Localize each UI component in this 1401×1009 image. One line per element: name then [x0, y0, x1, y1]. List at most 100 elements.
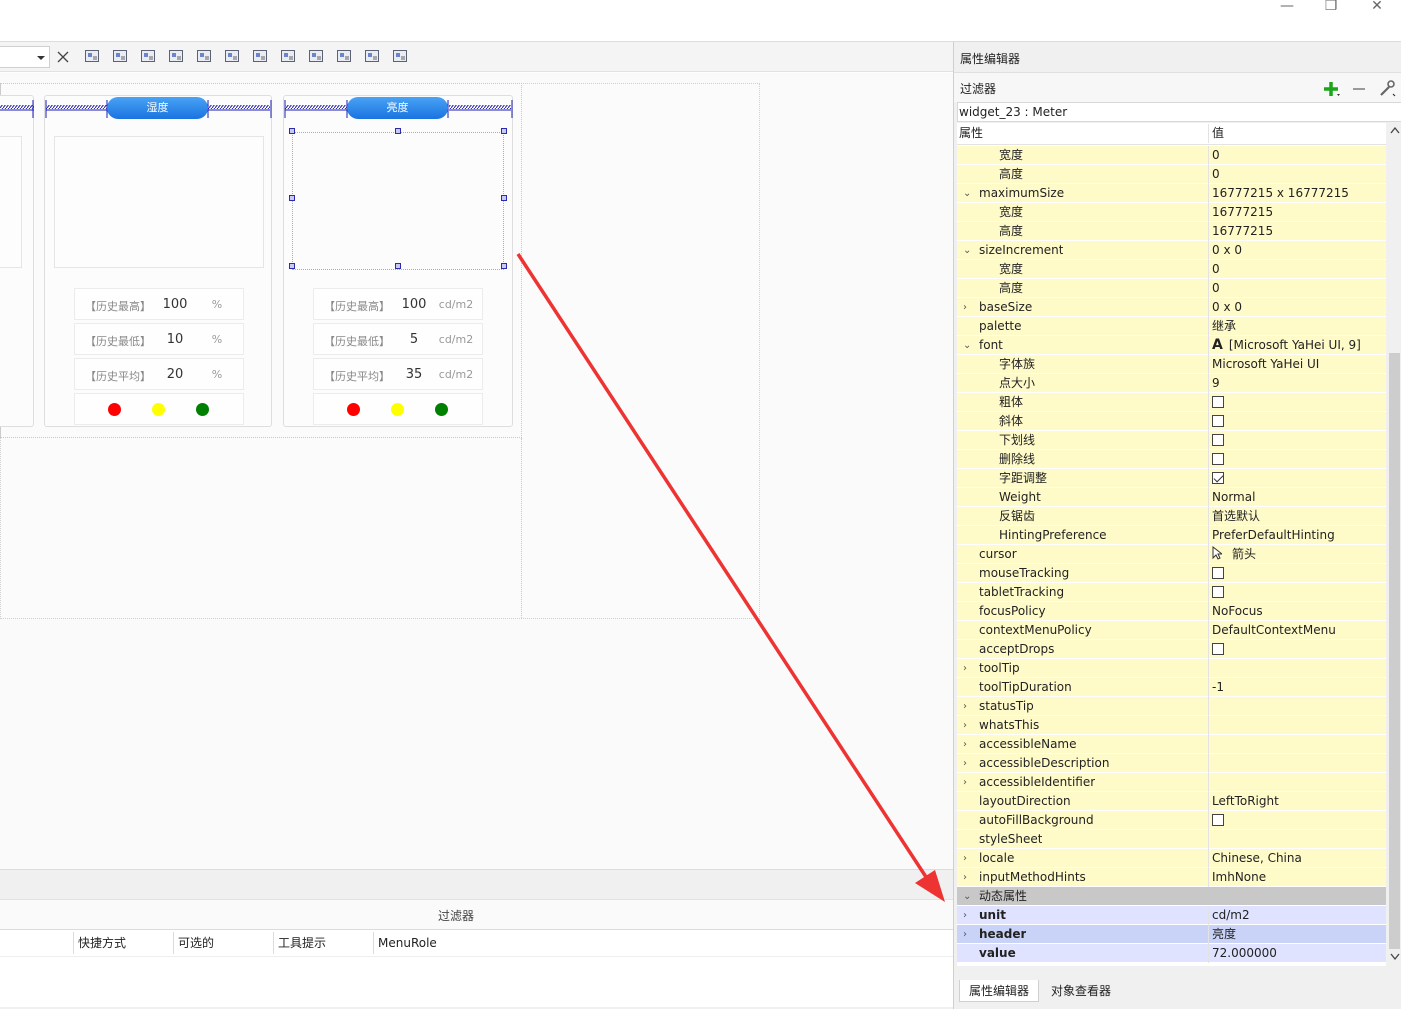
- layout-horizontal-splitter-icon[interactable]: [252, 48, 270, 66]
- property-row[interactable]: › inputMethodHints ImhNone: [957, 868, 1386, 887]
- add-dynamic-property-icon[interactable]: [1323, 80, 1341, 98]
- property-row[interactable]: 宽度 0: [957, 260, 1386, 279]
- property-row[interactable]: 宽度 0: [957, 146, 1386, 165]
- close-window-button[interactable]: ✕: [1354, 0, 1400, 14]
- scrollbar-thumb[interactable]: [1389, 353, 1400, 949]
- property-row[interactable]: › accessibleDescription: [957, 754, 1386, 773]
- property-row[interactable]: contextMenuPolicy DefaultContextMenu: [957, 621, 1386, 640]
- chevron-right-icon[interactable]: ›: [963, 849, 973, 868]
- property-row[interactable]: layoutDirection LeftToRight: [957, 792, 1386, 811]
- column-header-checkable[interactable]: 可选的: [173, 932, 273, 954]
- property-value[interactable]: 0: [1208, 260, 1386, 279]
- resize-handle[interactable]: [501, 195, 507, 201]
- edit-signals-icon[interactable]: [112, 48, 130, 66]
- property-checkbox[interactable]: [1212, 586, 1224, 598]
- property-row[interactable]: focusPolicy NoFocus: [957, 602, 1386, 621]
- property-value-cell[interactable]: 箭头: [1208, 545, 1386, 564]
- property-value[interactable]: [1208, 830, 1386, 849]
- action-table-body[interactable]: [0, 957, 953, 1007]
- property-row[interactable]: ⌄ font A [Microsoft YaHei UI, 9]: [957, 336, 1386, 355]
- property-row[interactable]: Weight Normal: [957, 488, 1386, 507]
- property-row[interactable]: › header 亮度: [957, 925, 1386, 944]
- property-value[interactable]: 16777215: [1208, 222, 1386, 241]
- chevron-right-icon[interactable]: ›: [963, 697, 973, 716]
- column-header-value[interactable]: 值: [1208, 124, 1386, 143]
- property-row[interactable]: 字距调整: [957, 469, 1386, 488]
- property-value[interactable]: ImhNone: [1208, 868, 1386, 887]
- resize-handle[interactable]: [289, 263, 295, 269]
- scroll-up-icon[interactable]: [1390, 126, 1400, 134]
- column-header-menurole[interactable]: MenuRole: [373, 932, 473, 954]
- property-value-cell[interactable]: [1208, 583, 1386, 602]
- property-value-cell[interactable]: [1208, 431, 1386, 450]
- chevron-right-icon[interactable]: ›: [963, 298, 973, 317]
- form-canvas[interactable]: 湿度 【历史最高】 100% 【历史最低】 10% 【历史平均】 20% 亮度 【历史最高…: [0, 73, 953, 869]
- property-row[interactable]: 高度 0: [957, 279, 1386, 298]
- property-checkbox[interactable]: [1212, 415, 1224, 427]
- property-row[interactable]: 斜体: [957, 412, 1386, 431]
- property-checkbox[interactable]: [1212, 643, 1224, 655]
- property-row[interactable]: 反锯齿 首选默认: [957, 507, 1386, 526]
- property-checkbox[interactable]: [1212, 434, 1224, 446]
- scroll-down-icon[interactable]: [1390, 953, 1400, 961]
- property-value-cell[interactable]: [1208, 393, 1386, 412]
- property-value-cell[interactable]: A [Microsoft YaHei UI, 9]: [1208, 336, 1386, 355]
- property-row[interactable]: 字体族 Microsoft YaHei UI: [957, 355, 1386, 374]
- property-checkbox[interactable]: [1212, 453, 1224, 465]
- property-row[interactable]: autoFillBackground: [957, 811, 1386, 830]
- property-row[interactable]: 下划线: [957, 431, 1386, 450]
- chevron-right-icon[interactable]: ›: [963, 773, 973, 792]
- edit-tab-order-icon[interactable]: [168, 48, 186, 66]
- property-row[interactable]: acceptDrops: [957, 640, 1386, 659]
- column-header-property[interactable]: 属性: [959, 124, 983, 143]
- edit-widgets-icon[interactable]: [84, 48, 102, 66]
- property-checkbox[interactable]: [1212, 567, 1224, 579]
- widget-combo[interactable]: [0, 46, 50, 68]
- resize-handle[interactable]: [501, 263, 507, 269]
- property-scrollbar[interactable]: [1387, 123, 1401, 966]
- property-checkbox[interactable]: [1212, 814, 1224, 826]
- property-row[interactable]: ⌄ maximumSize 16777215 x 16777215: [957, 184, 1386, 203]
- adjust-size-icon[interactable]: [392, 48, 410, 66]
- layout-horizontal-icon[interactable]: [196, 48, 214, 66]
- property-checkbox[interactable]: [1212, 396, 1224, 408]
- property-table[interactable]: 属性 值 宽度 0 高度 0 ⌄ maximumSize 16777215 x 167772…: [957, 123, 1386, 966]
- property-row[interactable]: toolTipDuration -1: [957, 678, 1386, 697]
- remove-dynamic-property-icon[interactable]: [1351, 81, 1367, 97]
- property-row[interactable]: palette 继承: [957, 317, 1386, 336]
- chevron-down-icon[interactable]: ⌄: [963, 336, 973, 355]
- property-value[interactable]: NoFocus: [1208, 602, 1386, 621]
- property-row[interactable]: 宽度 16777215: [957, 203, 1386, 222]
- property-row[interactable]: tabletTracking: [957, 583, 1386, 602]
- property-row[interactable]: 高度 16777215: [957, 222, 1386, 241]
- property-value[interactable]: 16777215: [1208, 203, 1386, 222]
- restore-button[interactable]: ❐: [1308, 0, 1354, 14]
- minimize-button[interactable]: —: [1264, 0, 1310, 14]
- property-value[interactable]: 0 x 0: [1208, 298, 1386, 317]
- layout-form-icon[interactable]: [308, 48, 326, 66]
- layout-grid-icon[interactable]: [336, 48, 354, 66]
- property-row[interactable]: value 72.000000: [957, 944, 1386, 963]
- chevron-right-icon[interactable]: ›: [963, 754, 973, 773]
- resize-handle[interactable]: [289, 128, 295, 134]
- property-checkbox[interactable]: [1212, 472, 1224, 484]
- property-value[interactable]: [1208, 773, 1386, 792]
- property-row[interactable]: › accessibleIdentifier: [957, 773, 1386, 792]
- column-header-shortcut[interactable]: 快捷方式: [73, 932, 173, 954]
- chevron-down-icon[interactable]: ⌄: [963, 241, 973, 260]
- layout-vertical-splitter-icon[interactable]: [280, 48, 298, 66]
- resize-handle[interactable]: [501, 128, 507, 134]
- property-row[interactable]: HintingPreference PreferDefaultHinting: [957, 526, 1386, 545]
- property-value[interactable]: [1208, 735, 1386, 754]
- property-row[interactable]: › baseSize 0 x 0: [957, 298, 1386, 317]
- property-value[interactable]: 16777215 x 16777215: [1208, 184, 1386, 203]
- property-row[interactable]: › unit cd/m2: [957, 906, 1386, 925]
- break-layout-icon[interactable]: [364, 48, 382, 66]
- property-row[interactable]: 粗体: [957, 393, 1386, 412]
- property-row[interactable]: mouseTracking: [957, 564, 1386, 583]
- property-value[interactable]: PreferDefaultHinting: [1208, 526, 1386, 545]
- property-value-cell[interactable]: [1208, 811, 1386, 830]
- property-value[interactable]: Microsoft YaHei UI: [1208, 355, 1386, 374]
- property-value[interactable]: cd/m2: [1208, 906, 1386, 925]
- property-value[interactable]: 0: [1208, 279, 1386, 298]
